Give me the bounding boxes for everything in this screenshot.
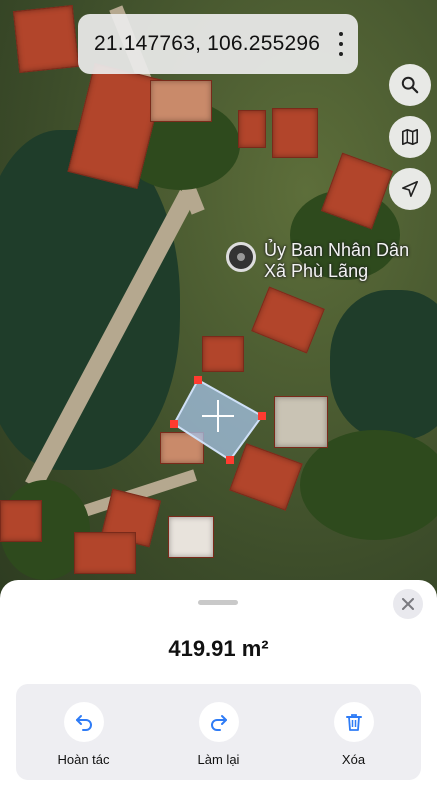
locate-button[interactable]: [389, 168, 431, 210]
polygon-vertex-handle[interactable]: [226, 456, 234, 464]
redo-label: Làm lại: [197, 752, 240, 767]
poi-label-line2: Xã Phù Lãng: [264, 261, 369, 281]
delete-label: Xóa: [341, 752, 366, 767]
delete-button[interactable]: Xóa: [304, 702, 404, 767]
redo-button[interactable]: Làm lại: [169, 702, 269, 767]
close-icon: [402, 598, 414, 610]
map-icon: [401, 128, 419, 146]
polygon-vertex-handle[interactable]: [170, 420, 178, 428]
poi-pin-icon: [226, 242, 256, 272]
more-vertical-icon[interactable]: [338, 32, 344, 56]
map-layers-button[interactable]: [389, 116, 431, 158]
measured-area-polygon[interactable]: [0, 0, 437, 640]
measure-sheet: 419.91 m² Hoàn tác Làm lại Xóa: [0, 580, 437, 800]
undo-label: Hoàn tác: [57, 752, 110, 767]
action-bar: Hoàn tác Làm lại Xóa: [16, 684, 421, 780]
poi-label: Ủy Ban Nhân Dân Xã Phù Lãng: [264, 240, 409, 282]
redo-icon: [198, 702, 239, 742]
poi-marker[interactable]: Ủy Ban Nhân Dân Xã Phù Lãng: [226, 240, 409, 282]
polygon-vertex-handle[interactable]: [194, 376, 202, 384]
undo-icon: [63, 702, 104, 742]
coordinates-text: 21.147763, 106.255296: [94, 32, 321, 55]
trash-icon: [333, 702, 374, 742]
search-button[interactable]: [389, 64, 431, 106]
location-arrow-icon: [401, 180, 419, 198]
sheet-grabber[interactable]: [198, 600, 238, 605]
coordinates-bar[interactable]: 21.147763, 106.255296: [78, 14, 358, 74]
area-value: 419.91 m²: [168, 636, 269, 661]
close-button[interactable]: [393, 589, 423, 619]
undo-button[interactable]: Hoàn tác: [34, 702, 134, 767]
search-icon: [401, 76, 419, 94]
polygon-vertex-handle[interactable]: [258, 412, 266, 420]
poi-label-line1: Ủy Ban Nhân Dân: [264, 240, 410, 260]
satellite-map[interactable]: Ủy Ban Nhân Dân Xã Phù Lãng 21.147763, 1…: [0, 0, 437, 640]
